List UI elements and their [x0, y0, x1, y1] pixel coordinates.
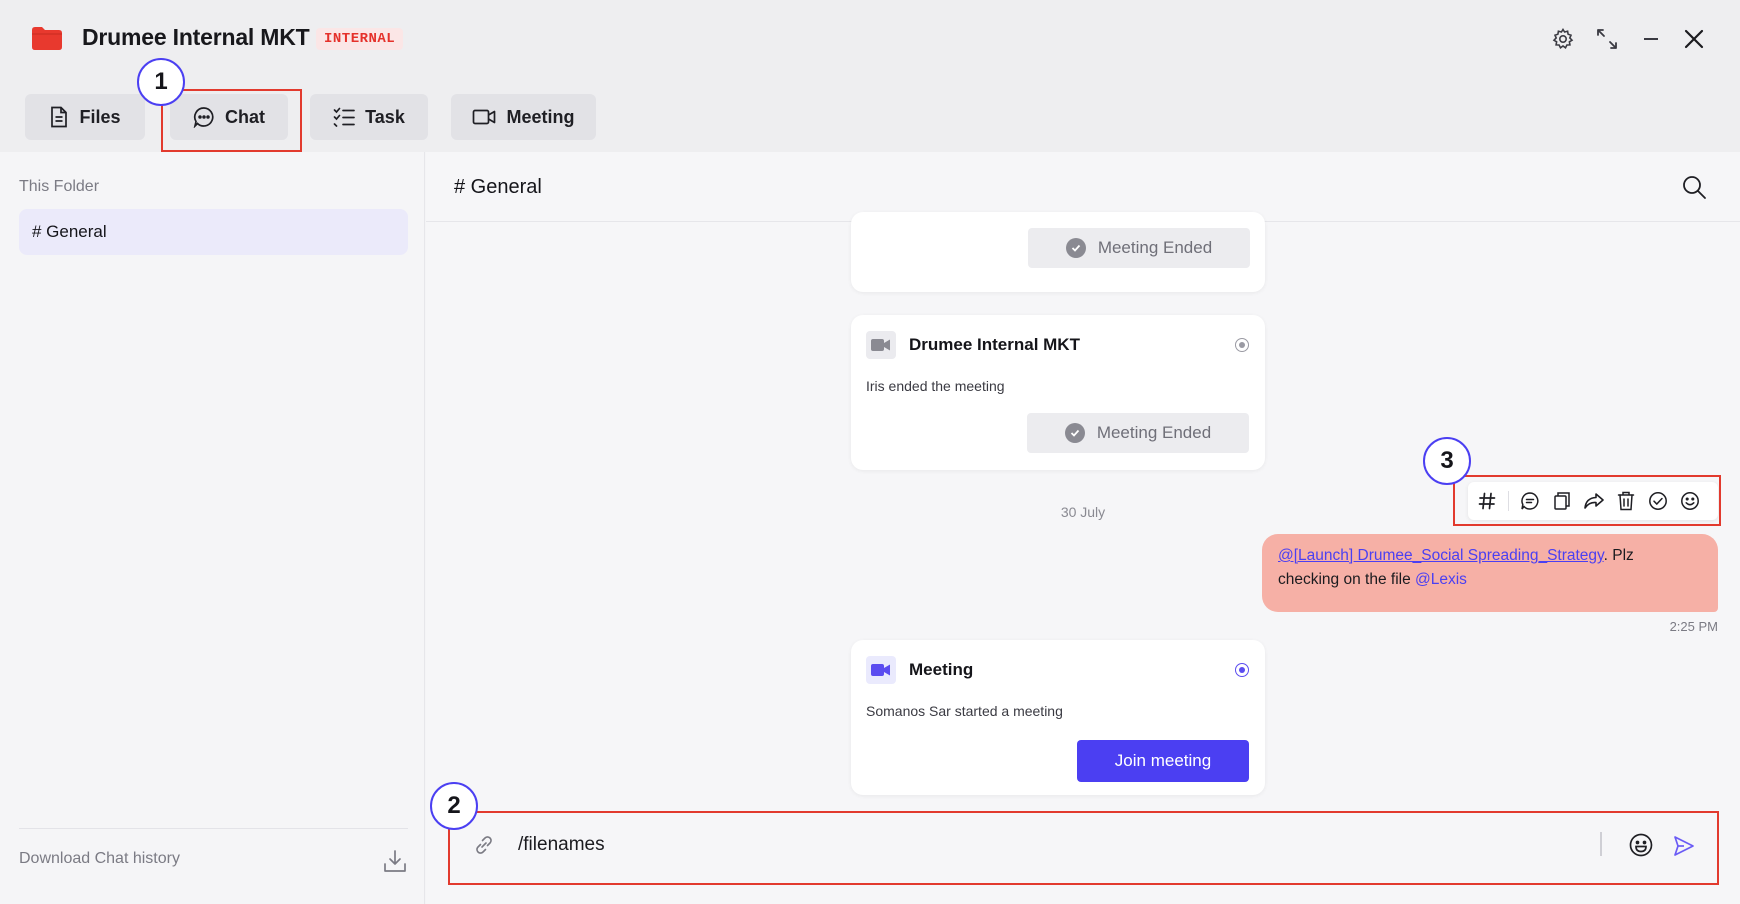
tab-task-label: Task	[365, 106, 405, 127]
close-icon[interactable]	[1680, 25, 1708, 53]
meeting-card-text: Somanos Sar started a meeting	[866, 703, 1063, 719]
tab-files[interactable]: Files	[25, 94, 145, 140]
meeting-card-ended-top: Meeting Ended	[851, 212, 1265, 292]
copy-icon[interactable]	[1551, 490, 1573, 512]
meeting-card-active: Meeting Somanos Sar started a meeting Jo…	[851, 640, 1265, 795]
folder-icon	[32, 27, 62, 50]
download-icon[interactable]	[382, 848, 408, 874]
sidebar-item-general[interactable]: # General	[19, 209, 408, 255]
sidebar: This Folder # General Download Chat hist…	[0, 152, 425, 904]
video-icon	[866, 331, 896, 359]
annotation-number: 1	[137, 58, 185, 106]
message-text-line2: checking on the file	[1278, 571, 1416, 588]
divider	[1508, 491, 1509, 511]
reply-icon[interactable]	[1519, 490, 1541, 512]
video-icon	[866, 656, 896, 684]
tab-meeting-label: Meeting	[506, 106, 575, 127]
tab-task[interactable]: Task	[310, 94, 428, 140]
message-toolbar	[1468, 482, 1718, 520]
meeting-ended-status: Meeting Ended	[1028, 228, 1250, 268]
check-icon	[1065, 238, 1086, 258]
check-icon[interactable]	[1647, 490, 1669, 512]
trash-icon[interactable]	[1615, 490, 1637, 512]
sidebar-heading: This Folder	[19, 178, 100, 195]
video-icon	[473, 109, 496, 125]
channel-title: # General	[454, 176, 542, 198]
emoji-icon[interactable]	[1679, 490, 1701, 512]
tabs-row: Files Chat Task Meeting	[0, 78, 1740, 152]
app-title: Drumee Internal MKT	[82, 24, 310, 50]
file-link[interactable]: @[Launch] Drumee_Social Spreading_Strate…	[1278, 547, 1604, 564]
emoji-icon[interactable]	[1628, 832, 1654, 858]
checklist-icon	[333, 107, 355, 127]
meeting-ended-label: Meeting Ended	[1096, 423, 1212, 442]
tab-files-label: Files	[79, 106, 121, 127]
user-mention[interactable]: @Lexis	[1415, 571, 1467, 588]
tab-chat-label: Chat	[225, 106, 265, 127]
gear-icon[interactable]	[1549, 25, 1577, 53]
message-timestamp: 2:25 PM	[1669, 619, 1718, 634]
title-bar: Drumee Internal MKT INTERNAL	[0, 0, 1740, 78]
search-icon[interactable]	[1681, 174, 1707, 200]
expand-icon[interactable]	[1593, 25, 1621, 53]
minimize-icon[interactable]	[1637, 25, 1665, 53]
meeting-card-ended: Drumee Internal MKT Iris ended the meeti…	[851, 315, 1265, 470]
chat-main: # General Meeting Ended Drumee Internal …	[426, 152, 1740, 904]
attach-icon[interactable]	[472, 833, 496, 857]
file-icon	[51, 106, 68, 128]
annotation-number: 2	[430, 782, 478, 830]
chat-icon	[193, 107, 214, 128]
annotation-number: 3	[1423, 437, 1471, 485]
meeting-card-title: Meeting	[909, 660, 974, 679]
meeting-ended-status: Meeting Ended	[1027, 413, 1249, 453]
join-meeting-button[interactable]: Join meeting	[1077, 740, 1249, 782]
message-bubble: @[Launch] Drumee_Social Spreading_Strate…	[1262, 534, 1718, 612]
divider	[1600, 832, 1602, 856]
divider	[19, 828, 408, 829]
internal-badge: INTERNAL	[316, 28, 404, 50]
tab-chat[interactable]: Chat	[170, 94, 288, 140]
check-icon	[1064, 423, 1085, 443]
hash-icon[interactable]	[1476, 490, 1498, 512]
forward-icon[interactable]	[1583, 490, 1605, 512]
meeting-ended-label: Meeting Ended	[1097, 238, 1213, 257]
tab-meeting[interactable]: Meeting	[451, 94, 596, 140]
download-chat-history-link[interactable]: Download Chat history	[19, 850, 180, 868]
message-text: . Plz	[1603, 547, 1634, 564]
status-dot	[1235, 338, 1249, 352]
message-composer	[448, 812, 1710, 878]
meeting-card-title: Drumee Internal MKT	[909, 335, 1080, 354]
send-icon[interactable]	[1672, 834, 1696, 858]
status-dot	[1235, 663, 1249, 677]
message-input[interactable]	[518, 827, 1558, 863]
meeting-card-text: Iris ended the meeting	[866, 378, 1005, 394]
